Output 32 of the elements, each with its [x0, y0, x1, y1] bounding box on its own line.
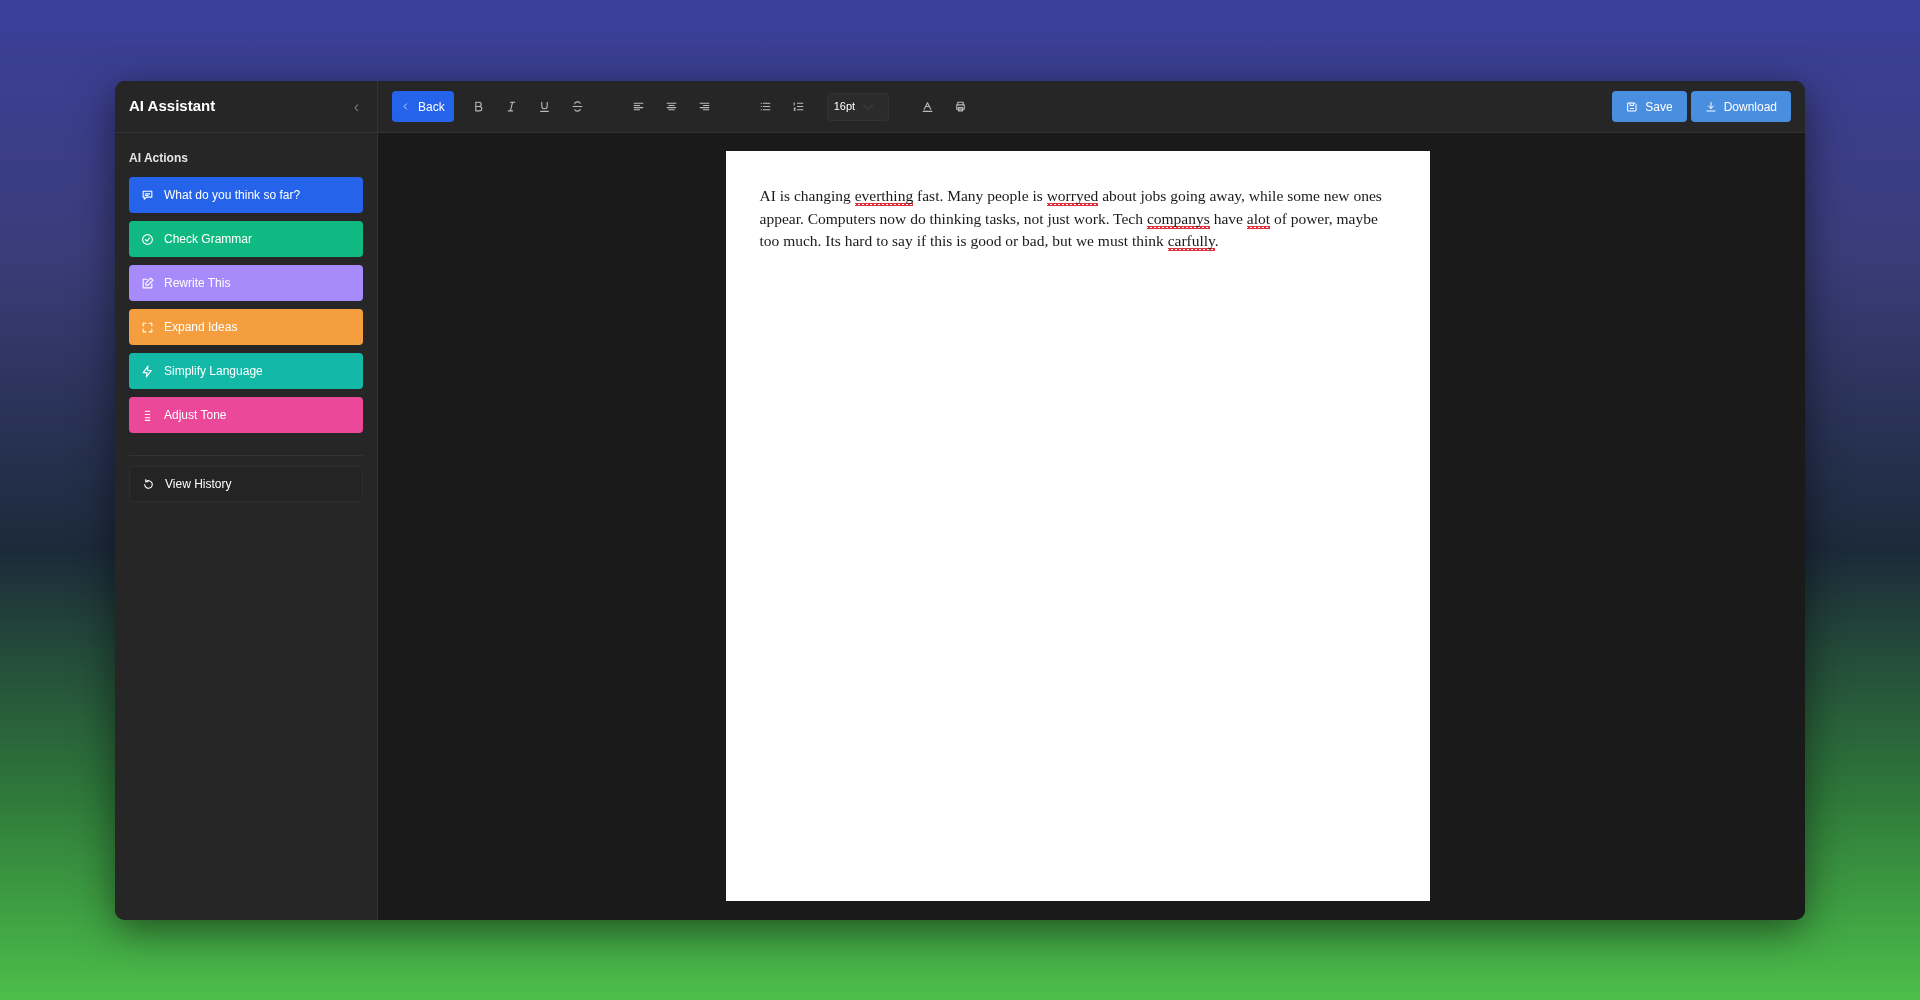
- sidebar-title: AI Assistant: [129, 96, 216, 117]
- chevron-left-icon: [401, 102, 410, 111]
- check-circle-icon: [141, 232, 154, 246]
- collapse-button[interactable]: ‹: [349, 94, 363, 119]
- back-button[interactable]: Back: [392, 91, 454, 122]
- view-history-button[interactable]: View History: [129, 466, 363, 502]
- align-right-icon: [697, 100, 711, 113]
- ai-action-button[interactable]: Rewrite This: [129, 265, 363, 301]
- download-button[interactable]: Download: [1690, 91, 1791, 122]
- section-label: AI Actions: [129, 150, 189, 167]
- bullet-list-icon: [758, 100, 772, 113]
- document-text: AI is changing everthing fast. Many people is worryed about jobs going away, while some new ones appear. Computers now do thinking tasks, not just work. Tech companys have alot of power, maybe too much. Its hard to say if this is good or bad, but we must think carfully.: [759, 186, 1383, 253]
- refresh-icon: [142, 477, 155, 491]
- expand-icon: [141, 320, 154, 334]
- ai-action-button[interactable]: Expand Ideas: [129, 309, 363, 345]
- download-icon: [1704, 100, 1717, 113]
- align-center-icon: [664, 100, 678, 113]
- ai-action-button[interactable]: Check Grammar: [129, 221, 363, 257]
- ai-action-button[interactable]: Simplify Language: [129, 353, 363, 389]
- strikethrough-icon: [570, 100, 584, 113]
- align-left-icon: [631, 100, 645, 113]
- comment-icon: [141, 188, 154, 202]
- text-color-icon: [920, 100, 934, 113]
- numbered-list-icon: [791, 100, 805, 113]
- lightning-icon: [141, 364, 154, 378]
- underline-icon: [537, 100, 551, 113]
- printer-icon: [953, 100, 967, 113]
- ai-action-button[interactable]: Adjust Tone: [129, 397, 363, 433]
- font-size-select[interactable]: 16pt: [826, 92, 889, 121]
- ai-action-button[interactable]: What do you think so far?: [129, 177, 363, 213]
- save-button[interactable]: Save: [1612, 91, 1687, 122]
- pencil-icon: [141, 276, 154, 290]
